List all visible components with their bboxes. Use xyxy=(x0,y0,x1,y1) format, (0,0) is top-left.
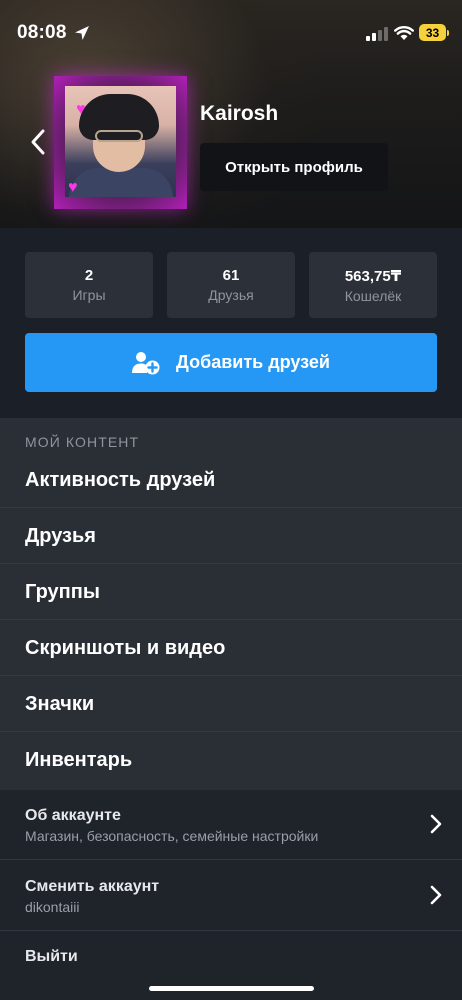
add-user-icon xyxy=(132,351,160,374)
status-time: 08:08 xyxy=(17,22,67,43)
stat-friends[interactable]: 61 Друзья xyxy=(167,252,295,318)
add-friends-label: Добавить друзей xyxy=(176,352,330,372)
stat-value: 563,75₸ xyxy=(344,268,402,285)
stat-label: Игры xyxy=(72,287,106,303)
back-chevron-icon[interactable] xyxy=(28,128,48,156)
stats-section: 2 Игры 61 Друзья 563,75₸ Кошелёк Добавит… xyxy=(0,228,462,418)
profile-header: 08:08 33 ♥ ♥ Kairosh Открыть профиль xyxy=(0,0,462,228)
switch-account-username: dikontaiii xyxy=(25,899,80,915)
menu-label: Значки xyxy=(25,693,95,715)
stat-wallet[interactable]: 563,75₸ Кошелёк xyxy=(309,252,437,318)
about-account-title: Об аккаунте xyxy=(25,807,121,824)
heart-icon: ♥ xyxy=(68,179,78,196)
status-bar: 08:08 33 xyxy=(0,0,462,66)
menu-label: Группы xyxy=(25,581,100,603)
menu-item-groups[interactable]: Группы xyxy=(0,564,462,620)
menu-item-badges[interactable]: Значки xyxy=(0,676,462,732)
open-profile-button[interactable]: Открыть профиль xyxy=(200,143,388,191)
menu-item-friend-activity[interactable]: Активность друзей xyxy=(0,452,462,508)
heart-icon: ♥ xyxy=(76,101,86,118)
stat-label: Друзья xyxy=(208,287,254,303)
menu-item-screenshots[interactable]: Скриншоты и видео xyxy=(0,620,462,676)
menu-label: Инвентарь xyxy=(25,749,133,771)
menu-label: Друзья xyxy=(25,525,96,547)
location-arrow-icon xyxy=(75,26,89,40)
my-content-section: МОЙ КОНТЕНТ Активность друзей Друзья Гру… xyxy=(0,418,462,790)
stat-games[interactable]: 2 Игры xyxy=(25,252,153,318)
section-title: МОЙ КОНТЕНТ xyxy=(25,434,140,450)
avatar-glasses xyxy=(95,130,143,142)
menu-label: Скриншоты и видео xyxy=(25,637,226,659)
battery-tip xyxy=(447,30,449,36)
signal-icon xyxy=(366,27,388,41)
avatar-shirt xyxy=(69,168,173,197)
logout-item[interactable]: Выйти xyxy=(0,931,462,991)
about-account-item[interactable]: Об аккаунте Магазин, безопасность, семей… xyxy=(0,790,462,860)
switch-account-item[interactable]: Сменить аккаунт dikontaiii xyxy=(0,860,462,931)
home-indicator xyxy=(149,986,314,991)
chevron-right-icon xyxy=(430,814,442,834)
avatar-frame[interactable]: ♥ ♥ xyxy=(54,76,187,209)
stat-label: Кошелёк xyxy=(344,288,402,304)
switch-account-title: Сменить аккаунт xyxy=(25,878,160,895)
menu-label: Активность друзей xyxy=(25,469,216,491)
logout-label: Выйти xyxy=(25,948,78,965)
about-account-subtitle: Магазин, безопасность, семейные настройк… xyxy=(25,828,319,844)
battery-icon: 33 xyxy=(419,24,446,41)
menu-item-inventory[interactable]: Инвентарь xyxy=(0,732,462,788)
battery-level: 33 xyxy=(425,25,440,40)
chevron-right-icon xyxy=(430,885,442,905)
stat-value: 2 xyxy=(84,267,94,284)
profile-name: Kairosh xyxy=(200,102,279,125)
wifi-icon xyxy=(394,26,414,40)
menu-item-friends[interactable]: Друзья xyxy=(0,508,462,564)
add-friends-button[interactable]: Добавить друзей xyxy=(25,333,437,392)
account-section: Об аккаунте Магазин, безопасность, семей… xyxy=(0,790,462,1000)
stat-value: 61 xyxy=(222,267,240,284)
